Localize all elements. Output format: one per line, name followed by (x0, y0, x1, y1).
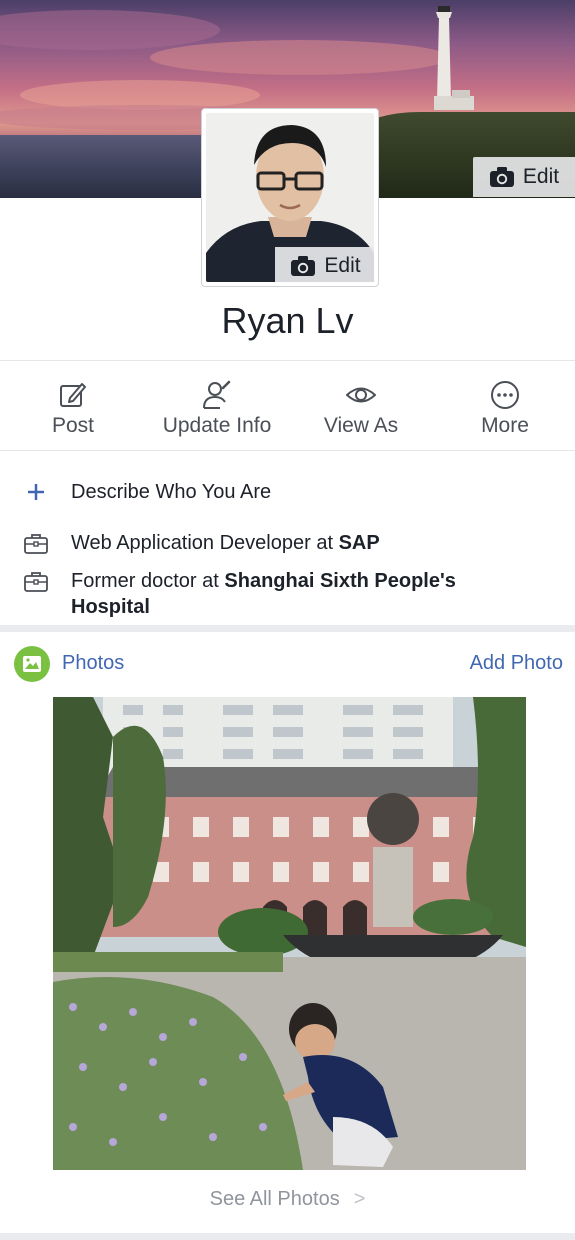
photos-icon (14, 646, 50, 682)
update-info-button[interactable]: Update Info (148, 362, 286, 450)
ellipsis-circle-icon (491, 381, 519, 409)
work-item-text: Web Application Developer at SAP (71, 530, 535, 556)
profile-name: Ryan Lv (221, 300, 354, 341)
briefcase-icon (24, 572, 48, 592)
divider (0, 450, 575, 451)
briefcase-icon (24, 534, 48, 554)
add-photo-link[interactable]: Add Photo (470, 652, 563, 675)
cover-cloud (150, 40, 450, 75)
cover-edit-button[interactable]: Edit (473, 157, 575, 197)
work-item: Former doctor at Shanghai Sixth People's… (0, 567, 575, 623)
profile-photo: Edit (206, 113, 374, 282)
more-button[interactable]: More (466, 362, 544, 450)
describe-who-you-are-label: Describe Who You Are (71, 481, 272, 503)
intro-section: Describe Who You Are Web Application Dev… (0, 452, 575, 625)
photos-title[interactable]: Photos (62, 652, 124, 675)
profile-picture-edit-button[interactable]: Edit (275, 247, 374, 282)
photos-header: Photos Add Photo (0, 632, 575, 696)
chevron-right-icon: > (353, 1188, 366, 1210)
person-edit-icon (203, 380, 231, 409)
see-all-photos-label: See All Photos (209, 1188, 340, 1210)
work-item-prefix: Former doctor at (71, 570, 225, 592)
divider (0, 360, 575, 361)
see-all-photos-link[interactable]: See All Photos > (0, 1188, 575, 1211)
section-separator (0, 1233, 575, 1240)
profile-picture[interactable]: Edit (201, 108, 379, 287)
eye-icon (346, 387, 376, 403)
profile-edit-label: Edit (324, 254, 361, 277)
view-as-label: View As (323, 414, 399, 437)
work-item-text: Former doctor at Shanghai Sixth People's… (71, 568, 535, 620)
view-as-button[interactable]: View As (312, 362, 410, 450)
featured-photo[interactable] (53, 697, 526, 1170)
featured-photo-graphic (53, 697, 526, 1170)
cover-edit-label: Edit (522, 165, 560, 188)
more-label: More (481, 414, 529, 437)
work-item-org[interactable]: SAP (339, 532, 380, 554)
lighthouse-graphic (434, 6, 474, 110)
camera-icon (489, 167, 514, 187)
describe-who-you-are-link[interactable]: Describe Who You Are (0, 478, 575, 506)
plus-icon (28, 484, 44, 500)
work-item-prefix: Web Application Developer at (71, 532, 339, 554)
work-item: Web Application Developer at SAP (0, 529, 575, 557)
profile-action-bar: Post Update Info View As More (0, 362, 575, 450)
post-label: Post (51, 414, 95, 437)
camera-icon (291, 256, 316, 276)
pencil-square-icon (60, 383, 86, 407)
post-button[interactable]: Post (28, 362, 118, 450)
section-separator (0, 625, 575, 632)
cover-cloud (0, 10, 220, 50)
image-icon (23, 656, 41, 672)
update-info-label: Update Info (162, 414, 272, 437)
